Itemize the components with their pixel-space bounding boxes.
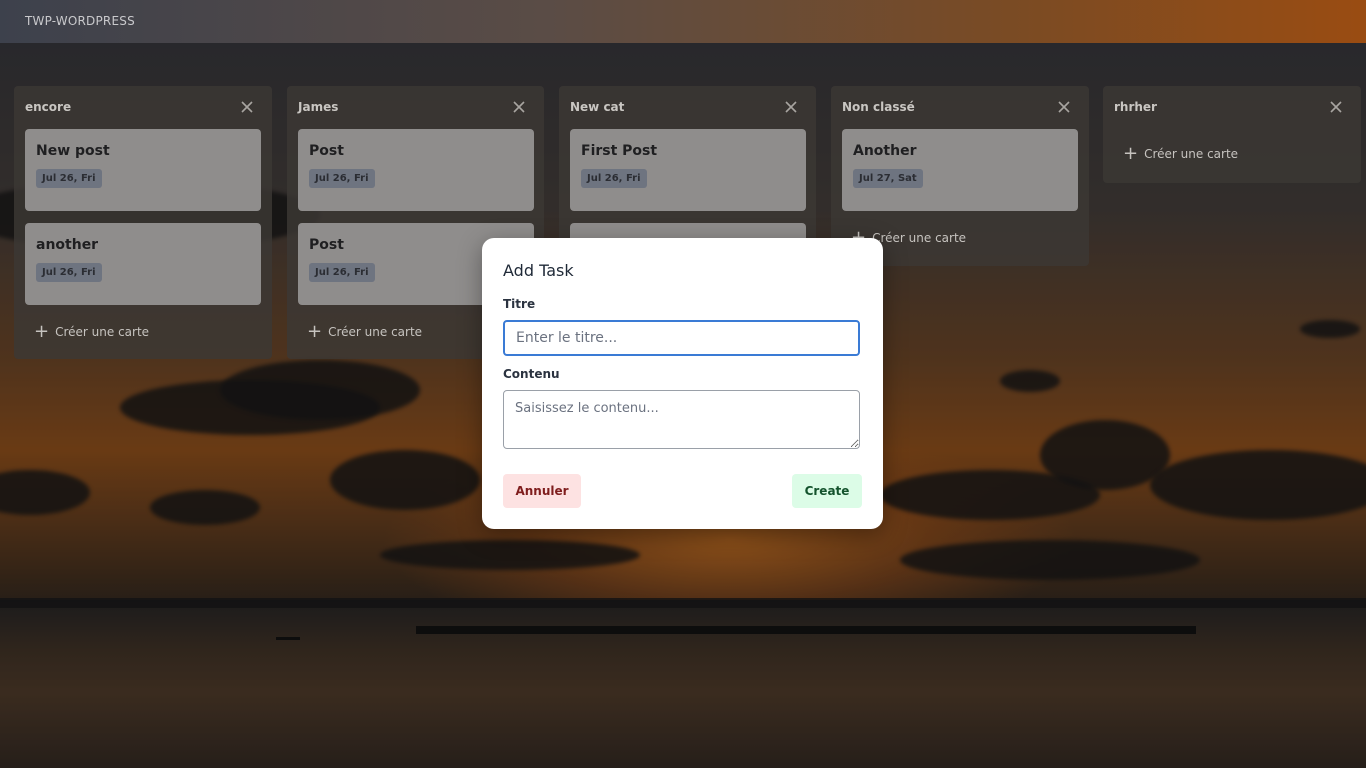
title-input[interactable] bbox=[503, 320, 860, 356]
plus-icon: + bbox=[1123, 143, 1139, 164]
site-brand[interactable]: TWP-WORDPRESS bbox=[25, 14, 135, 28]
add-card-button[interactable]: + Créer une carte bbox=[307, 321, 423, 342]
card-title: Post bbox=[309, 143, 344, 159]
column-rhrher: rhrher + Créer une carte bbox=[1103, 86, 1361, 183]
add-card-label: Créer une carte bbox=[1144, 147, 1239, 161]
column-title: encore bbox=[25, 100, 72, 114]
date-badge: Jul 26, Fri bbox=[36, 263, 102, 282]
card-title: another bbox=[36, 237, 99, 253]
date-badge: Jul 26, Fri bbox=[36, 169, 102, 188]
date-badge: Jul 26, Fri bbox=[581, 169, 647, 188]
content-label: Contenu bbox=[503, 367, 560, 381]
task-card[interactable]: First Post Jul 26, Fri bbox=[570, 129, 806, 211]
task-card[interactable]: New post Jul 26, Fri bbox=[25, 129, 261, 211]
card-title: Post bbox=[309, 237, 344, 253]
add-card-label: Créer une carte bbox=[55, 325, 150, 339]
column-title: New cat bbox=[570, 100, 625, 114]
modal-title: Add Task bbox=[503, 261, 574, 280]
plus-icon: + bbox=[307, 321, 323, 342]
add-card-button[interactable]: + Créer une carte bbox=[34, 321, 150, 342]
cancel-button[interactable]: Annuler bbox=[503, 474, 581, 508]
close-icon[interactable] bbox=[784, 100, 798, 114]
card-title: Another bbox=[853, 143, 917, 159]
top-bar: TWP-WORDPRESS bbox=[0, 0, 1366, 43]
content-textarea[interactable] bbox=[503, 390, 860, 449]
add-card-button[interactable]: + Créer une carte bbox=[1123, 143, 1239, 164]
column-title: James bbox=[298, 100, 339, 114]
date-badge: Jul 26, Fri bbox=[309, 169, 375, 188]
title-label: Titre bbox=[503, 297, 536, 311]
add-card-label: Créer une carte bbox=[872, 231, 967, 245]
close-icon[interactable] bbox=[240, 100, 254, 114]
column-title: rhrher bbox=[1114, 100, 1157, 114]
date-badge: Jul 26, Fri bbox=[309, 263, 375, 282]
card-title: New post bbox=[36, 143, 110, 159]
date-badge: Jul 27, Sat bbox=[853, 169, 923, 188]
close-icon[interactable] bbox=[1057, 100, 1071, 114]
task-card[interactable]: Post Jul 26, Fri bbox=[298, 129, 534, 211]
close-icon[interactable] bbox=[512, 100, 526, 114]
add-task-modal: Add Task Titre Contenu Annuler Create bbox=[482, 238, 883, 529]
plus-icon: + bbox=[34, 321, 50, 342]
close-icon[interactable] bbox=[1329, 100, 1343, 114]
task-card[interactable]: Another Jul 27, Sat bbox=[842, 129, 1078, 211]
column-title: Non classé bbox=[842, 100, 915, 114]
add-card-label: Créer une carte bbox=[328, 325, 423, 339]
create-button[interactable]: Create bbox=[792, 474, 862, 508]
task-card[interactable]: another Jul 26, Fri bbox=[25, 223, 261, 305]
column-encore: encore New post Jul 26, Fri another Jul … bbox=[14, 86, 272, 359]
card-title: First Post bbox=[581, 143, 658, 159]
